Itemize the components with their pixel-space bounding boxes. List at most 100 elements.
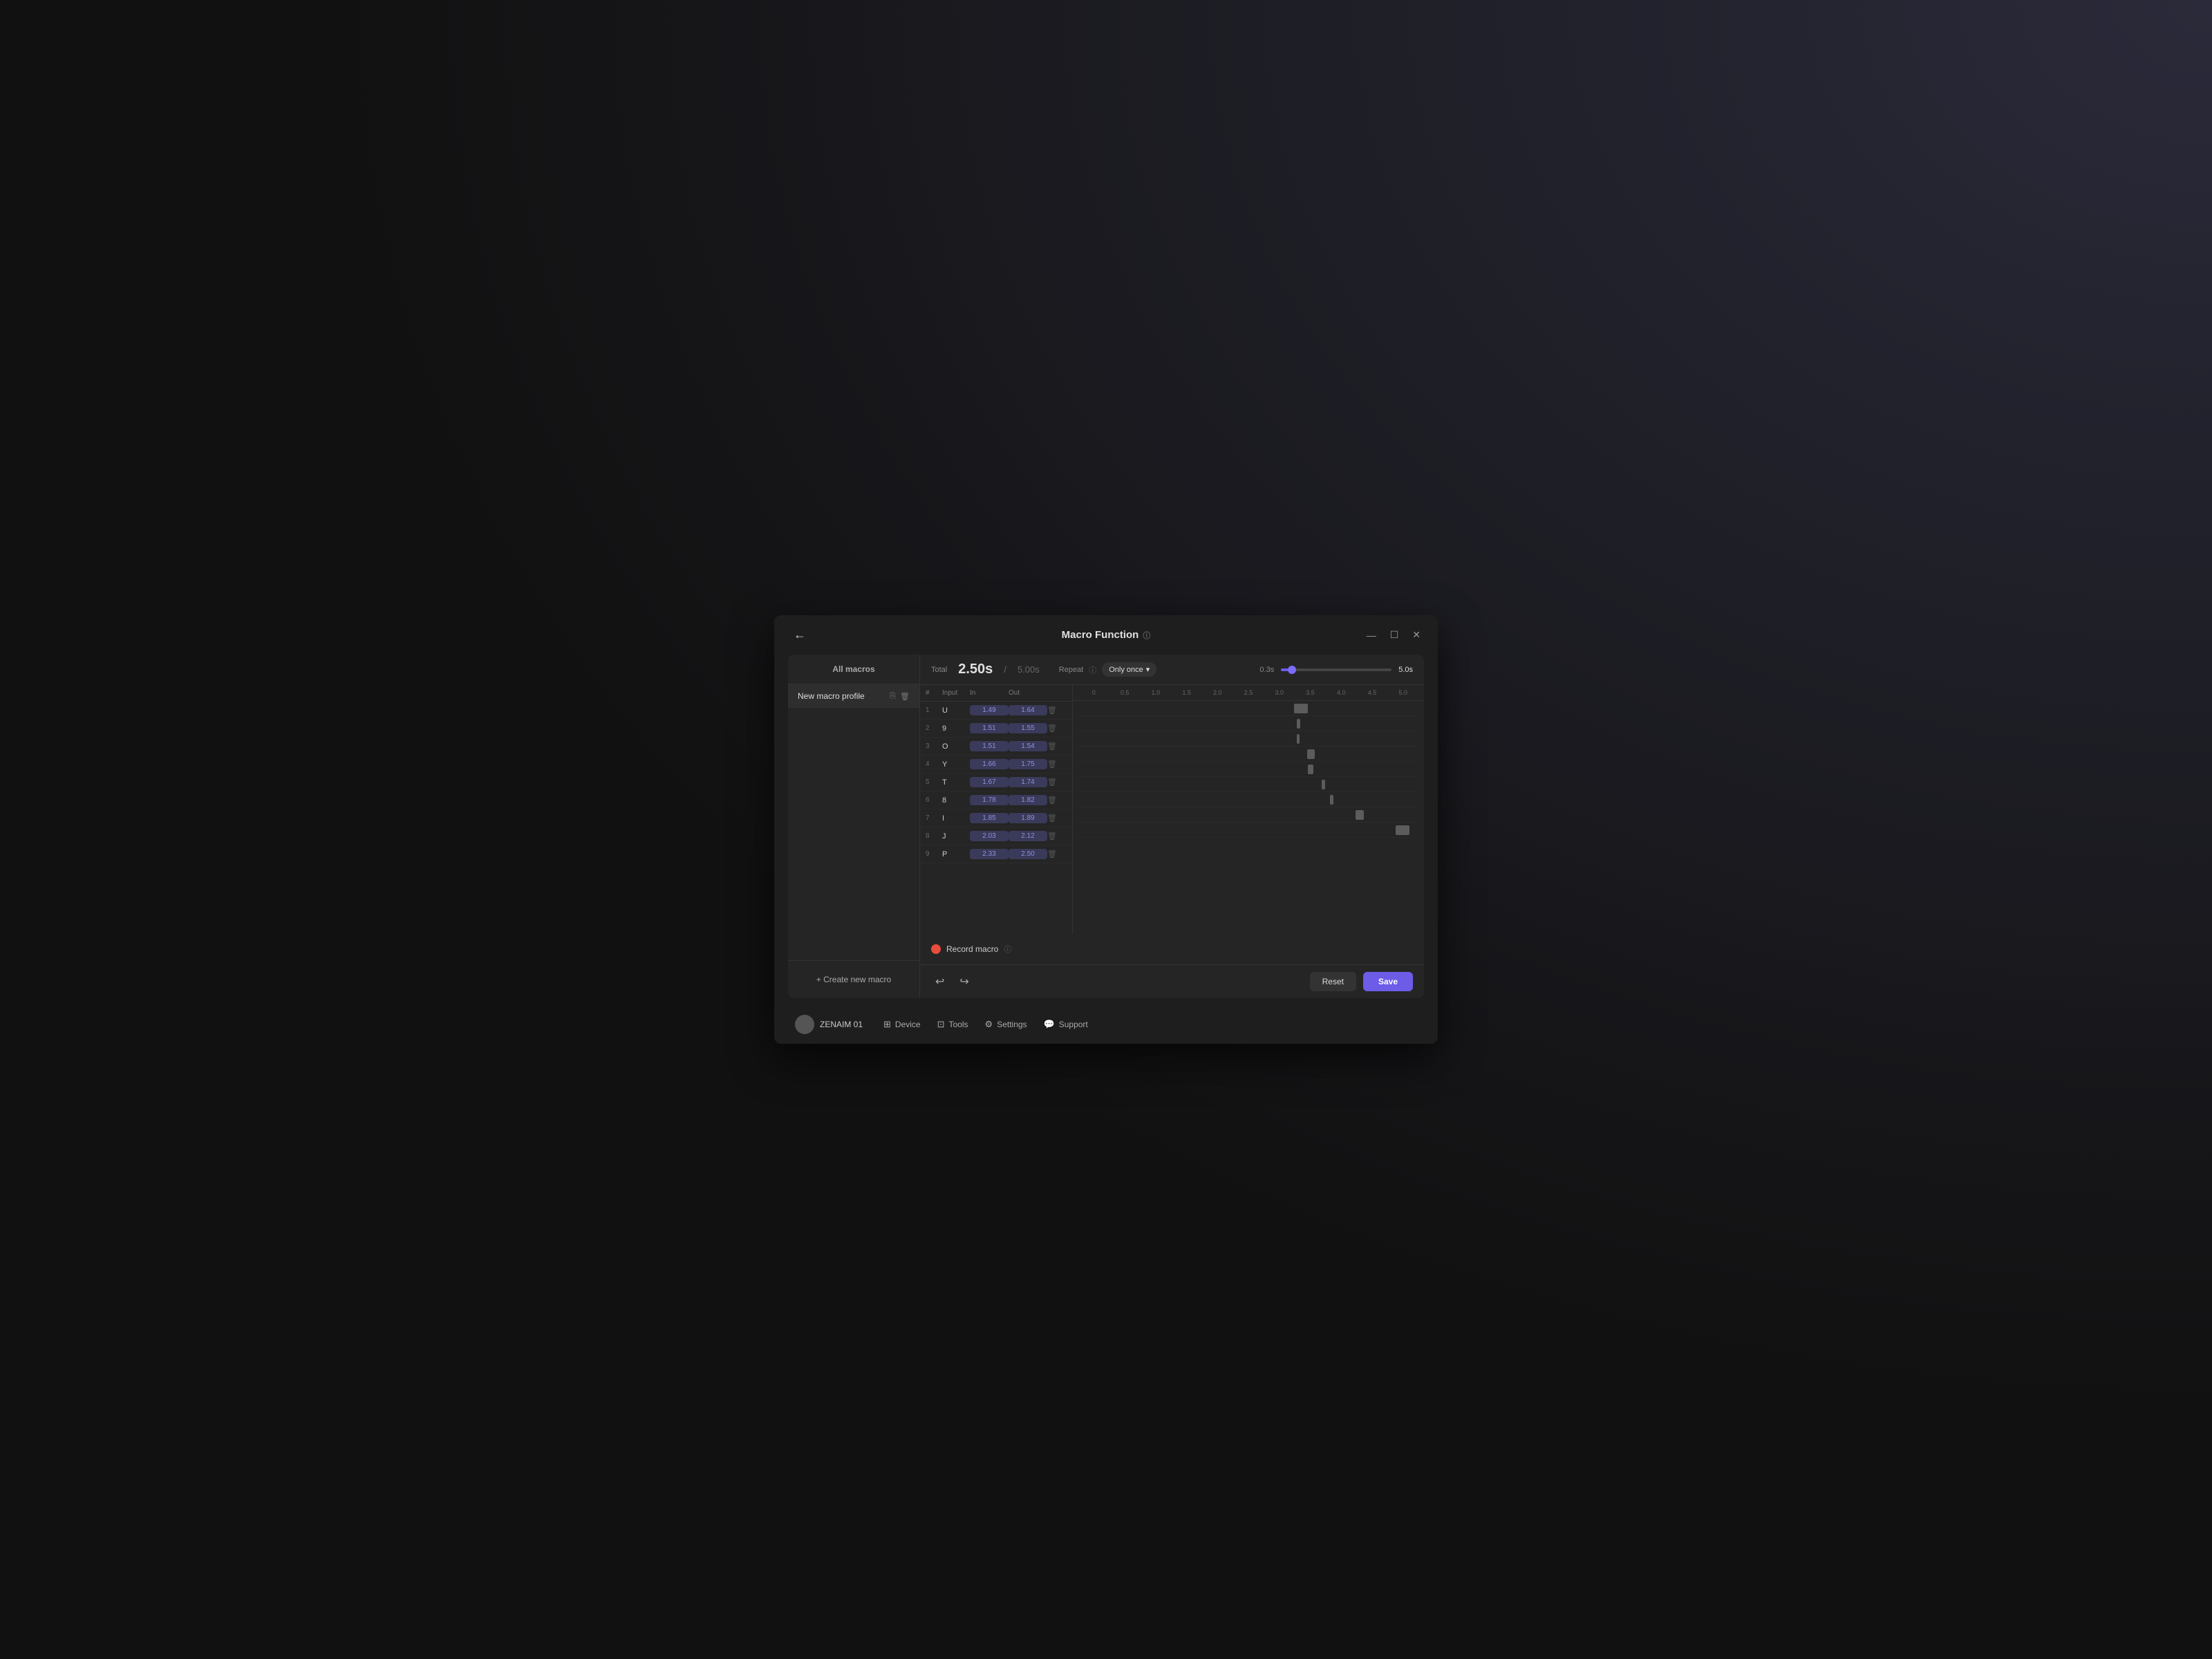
row-num: 7 <box>926 814 942 822</box>
timeline-bar <box>1297 734 1300 744</box>
slider-track[interactable] <box>1281 668 1391 671</box>
nav-items: ⊞Device ⊡Tools ⚙ Settings 💬Support <box>883 1019 1088 1030</box>
nav-user: ZENAIM 01 <box>795 1015 863 1034</box>
delete-icon[interactable]: 🗑 <box>1047 778 1068 787</box>
slider-label: 0.3s <box>1259 666 1274 674</box>
avatar <box>795 1015 814 1034</box>
delete-icon[interactable]: 🗑 <box>1047 814 1068 823</box>
delete-icon[interactable]: 🗑 <box>1047 832 1068 841</box>
window-title: Macro Function ⓘ <box>1062 629 1151 641</box>
timeline-bar <box>1330 795 1333 805</box>
delete-icon[interactable]: 🗑 <box>1047 706 1068 715</box>
nav-item-tools[interactable]: ⊡Tools <box>937 1019 968 1030</box>
col-num: # <box>926 689 942 697</box>
timeline-tick: 3.0 <box>1264 689 1295 696</box>
app-window: ← Macro Function ⓘ — ☐ ✕ All macros New … <box>774 615 1438 1044</box>
row-num: 1 <box>926 706 942 714</box>
main-content: All macros New macro profile ⎘ 🗑 + Creat… <box>788 655 1424 998</box>
create-macro-button[interactable]: + Create new macro <box>798 971 910 988</box>
timeline-row <box>1078 731 1418 747</box>
chevron-down-icon: ▾ <box>1146 665 1150 674</box>
redo-button[interactable]: ↪ <box>955 972 973 991</box>
sidebar-header: All macros <box>788 655 919 684</box>
record-dot <box>931 944 941 954</box>
timeline-tick: 0.5 <box>1109 689 1141 696</box>
slider-max: 5.0s <box>1398 666 1413 674</box>
timeline-row <box>1078 716 1418 731</box>
timeline-bar <box>1396 825 1410 835</box>
row-num: 4 <box>926 760 942 768</box>
sidebar-footer: + Create new macro <box>788 960 919 998</box>
total-separator: / <box>1004 664 1006 675</box>
row-in: 1.67 <box>970 777 1009 787</box>
row-in: 1.51 <box>970 723 1009 733</box>
row-out: 1.82 <box>1009 795 1047 805</box>
panel-bottombar: ↩ ↪ Reset Save <box>920 964 1424 998</box>
delete-icon[interactable]: 🗑 <box>1047 796 1068 805</box>
save-button[interactable]: Save <box>1363 972 1413 991</box>
row-num: 8 <box>926 832 942 840</box>
table-area: # Input In Out 1 U 1.49 1.64 🗑 2 9 1.51 … <box>920 685 1424 934</box>
total-label: Total <box>931 666 947 674</box>
table-rows-container: 1 U 1.49 1.64 🗑 2 9 1.51 1.55 🗑 3 O 1.51… <box>920 702 1072 863</box>
record-help-icon[interactable]: ⓘ <box>1004 944 1011 955</box>
col-out: Out <box>1009 689 1047 697</box>
back-button[interactable]: ← <box>788 625 812 645</box>
copy-icon[interactable]: ⎘ <box>890 692 896 701</box>
nav-item-support[interactable]: 💬Support <box>1044 1019 1088 1030</box>
nav-label: Settings <box>997 1020 1027 1029</box>
nav-label: Support <box>1059 1020 1088 1029</box>
nav-item-device[interactable]: ⊞Device <box>883 1019 921 1030</box>
record-label: Record macro <box>946 944 998 954</box>
timeline-row <box>1078 777 1418 792</box>
record-section: Record macro ⓘ <box>920 934 1424 964</box>
delete-icon[interactable]: 🗑 <box>1047 850 1068 859</box>
title-bar: ← Macro Function ⓘ — ☐ ✕ <box>774 615 1438 655</box>
slider-thumb[interactable] <box>1288 666 1296 674</box>
timeline-bar <box>1356 810 1363 820</box>
delete-icon[interactable]: 🗑 <box>1047 742 1068 751</box>
total-value: 2.50s <box>958 662 993 677</box>
row-out: 1.89 <box>1009 813 1047 823</box>
timeline-tick: 3.5 <box>1295 689 1326 696</box>
row-out: 1.64 <box>1009 705 1047 715</box>
timeline-area: 00.51.01.52.02.53.03.54.04.55.0 <box>1072 685 1424 934</box>
maximize-button[interactable]: ☐ <box>1387 628 1403 642</box>
row-in: 2.33 <box>970 849 1009 859</box>
delete-icon[interactable]: 🗑 <box>1047 724 1068 733</box>
title-help-icon[interactable]: ⓘ <box>1143 630 1150 641</box>
timeline-bar <box>1297 719 1300 729</box>
row-input: P <box>942 850 970 859</box>
row-num: 9 <box>926 850 942 858</box>
delete-icon[interactable]: 🗑 <box>1047 760 1068 769</box>
device-icon: ⊞ <box>883 1019 891 1030</box>
settings-icon: ⚙ <box>985 1019 993 1030</box>
timeline-row <box>1078 762 1418 777</box>
repeat-label: Repeat <box>1059 666 1083 674</box>
slider-section: 0.3s 5.0s <box>1259 666 1413 674</box>
row-input: I <box>942 814 970 823</box>
repeat-dropdown[interactable]: Only once ▾ <box>1102 662 1156 677</box>
row-in: 1.66 <box>970 759 1009 769</box>
nav-item-settings[interactable]: ⚙ Settings <box>985 1019 1027 1030</box>
row-in: 2.03 <box>970 831 1009 841</box>
macro-profile-item[interactable]: New macro profile ⎘ 🗑 <box>788 684 919 708</box>
col-in: In <box>970 689 1009 697</box>
timeline-bar <box>1322 780 1325 789</box>
table-row: 8 J 2.03 2.12 🗑 <box>920 827 1072 845</box>
username: ZENAIM 01 <box>820 1020 863 1029</box>
minimize-button[interactable]: — <box>1363 628 1380 642</box>
table-row: 5 T 1.67 1.74 🗑 <box>920 774 1072 791</box>
table-row: 2 9 1.51 1.55 🗑 <box>920 720 1072 738</box>
table-header: # Input In Out <box>920 685 1072 702</box>
timeline-bar <box>1308 765 1314 774</box>
row-out: 1.54 <box>1009 741 1047 751</box>
reset-button[interactable]: Reset <box>1310 972 1356 991</box>
row-input: 9 <box>942 724 970 733</box>
close-button[interactable]: ✕ <box>1409 628 1424 642</box>
profile-actions: ⎘ 🗑 <box>890 692 910 701</box>
delete-profile-icon[interactable]: 🗑 <box>900 692 910 701</box>
repeat-help-icon[interactable]: ⓘ <box>1089 664 1096 675</box>
undo-button[interactable]: ↩ <box>931 972 948 991</box>
row-num: 6 <box>926 796 942 804</box>
